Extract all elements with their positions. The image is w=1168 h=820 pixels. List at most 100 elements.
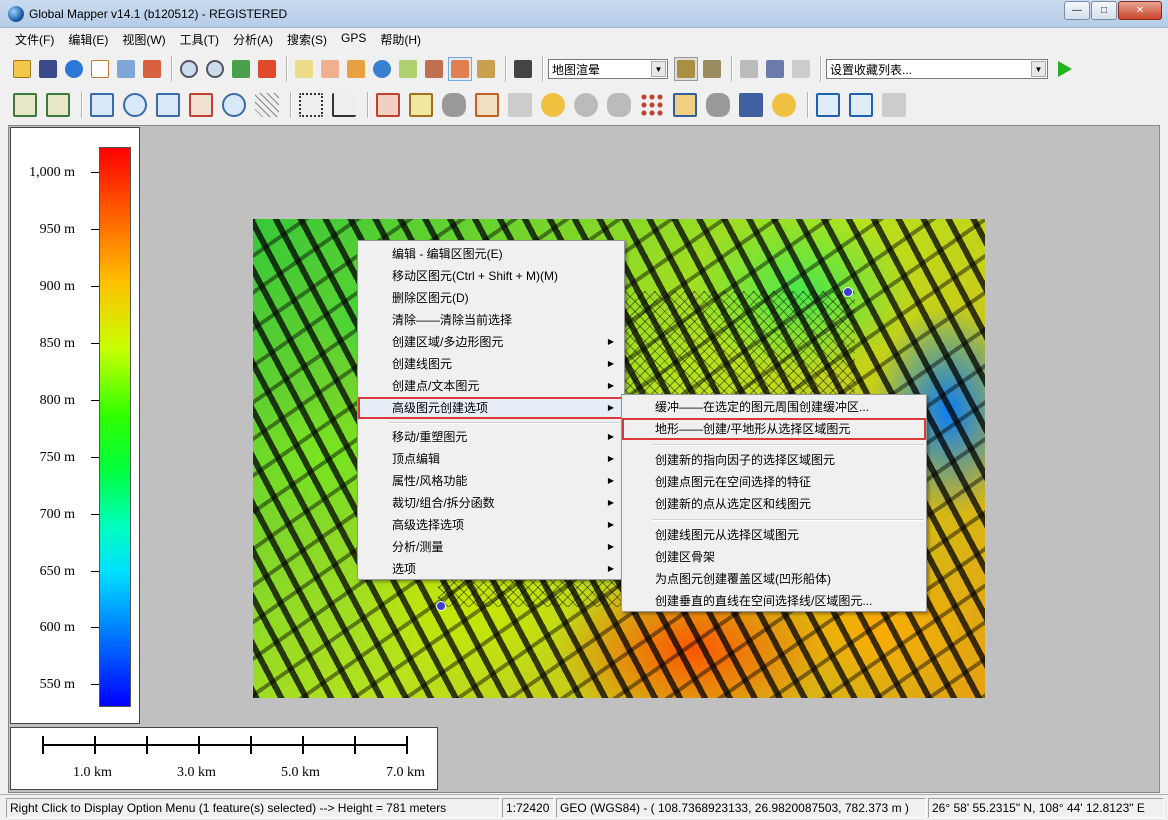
edit-tool-15[interactable] (846, 90, 876, 120)
edit-tool-7[interactable] (571, 90, 601, 120)
pan-tool-button[interactable] (318, 57, 342, 81)
create-area-button[interactable] (10, 90, 40, 120)
feature-info-button[interactable] (370, 57, 394, 81)
control-center-button[interactable] (474, 57, 498, 81)
chevron-down-icon[interactable]: ▼ (1031, 61, 1046, 77)
create-ring-button[interactable] (219, 90, 249, 120)
menu-edit[interactable]: 编辑(E) (61, 29, 115, 49)
menu-help[interactable]: 帮助(H) (373, 29, 428, 49)
save-button[interactable] (36, 57, 60, 81)
info-icon (373, 60, 391, 78)
menu-item-attributes-style[interactable]: 属性/风格功能 ▶ (358, 470, 624, 492)
menu-file[interactable]: 文件(F) (8, 29, 61, 49)
submenu-item-concave-hull[interactable]: 为点图元创建覆盖区域(凹形船体) (622, 568, 926, 590)
menu-item-create-point[interactable]: 创建点/文本图元 ▶ (358, 375, 624, 397)
zoom-in-button[interactable] (177, 57, 201, 81)
shader-settings-button[interactable] (674, 57, 698, 81)
submenu-item-point-from-area-line[interactable]: 创建新的点从选定区和线图元 (622, 493, 926, 515)
vertex-handle[interactable] (436, 601, 446, 611)
submenu-item-point-spatial[interactable]: 创建点图元在空间选择的特征 (622, 471, 926, 493)
vertex-handle[interactable] (843, 287, 853, 297)
create-coords-button[interactable] (186, 90, 216, 120)
submenu-item-line-from-area[interactable]: 创建线图元从选择区域图元 (622, 524, 926, 546)
undo-button[interactable] (879, 90, 909, 120)
edit-tool-1[interactable] (373, 90, 403, 120)
menu-item-options[interactable]: 选项 ▶ (358, 558, 624, 580)
menu-item-edit-area[interactable]: 编辑 - 编辑区图元(E) (358, 243, 624, 265)
window-controls: — □ ✕ (1063, 1, 1162, 20)
menu-item-crop-combine-split[interactable]: 裁切/组合/拆分函数 ▶ (358, 492, 624, 514)
legend-tick: 750 m (11, 450, 141, 466)
edit-tool-10[interactable] (670, 90, 700, 120)
edit-tool-13[interactable] (769, 90, 799, 120)
view-shed-button[interactable] (422, 57, 446, 81)
create-line-button[interactable] (43, 90, 73, 120)
menu-tools[interactable]: 工具(T) (173, 29, 226, 49)
split-line-button[interactable] (329, 90, 359, 120)
submenu-item-buffer[interactable]: 缓冲——在选定的图元周围创建缓冲区... (622, 396, 926, 418)
online-data-button[interactable] (62, 57, 86, 81)
gps-device-button[interactable] (763, 57, 787, 81)
menu-analysis[interactable]: 分析(A) (226, 29, 280, 49)
menu-item-clear-selection[interactable]: 清除——清除当前选择 (358, 309, 624, 331)
shader-select[interactable]: 地图渲晕 ▼ (548, 59, 668, 79)
favorites-select[interactable]: 设置收藏列表... ▼ (826, 59, 1048, 79)
path-profile-button[interactable] (396, 57, 420, 81)
create-point-button[interactable] (87, 90, 117, 120)
menu-item-advanced-selection[interactable]: 高级选择选项 ▶ (358, 514, 624, 536)
print-button[interactable] (88, 57, 112, 81)
menu-gps[interactable]: GPS (334, 29, 373, 49)
edit-tool-9[interactable] (637, 90, 667, 120)
menu-item-create-line[interactable]: 创建线图元 ▶ (358, 353, 624, 375)
menu-item-advanced-creation[interactable]: 高级图元创建选项 ▶ (358, 397, 624, 419)
edit-tool-12[interactable] (736, 90, 766, 120)
menu-item-move-reshape[interactable]: 移动/重塑图元 ▶ (358, 426, 624, 448)
full-view-button[interactable] (229, 57, 253, 81)
config-button[interactable] (140, 57, 164, 81)
gps-satellite-button[interactable] (789, 57, 813, 81)
edit-tool-11[interactable] (703, 90, 733, 120)
shape-icon (607, 93, 631, 117)
minimize-button[interactable]: — (1064, 1, 1090, 20)
edit-tool-4[interactable] (472, 90, 502, 120)
maximize-button[interactable]: □ (1091, 1, 1117, 20)
gps-track-button[interactable] (737, 57, 761, 81)
3d-view-button[interactable] (700, 57, 724, 81)
run-favorite-button[interactable] (1054, 58, 1076, 80)
scale-bar: 1.0 km 3.0 km 5.0 km 7.0 km (10, 727, 438, 790)
chevron-down-icon[interactable]: ▼ (651, 61, 666, 77)
create-rectangle-button[interactable] (153, 90, 183, 120)
edit-tool-5[interactable] (505, 90, 535, 120)
edit-tool-3[interactable] (439, 90, 469, 120)
edit-tool-8[interactable] (604, 90, 634, 120)
digitizer-button[interactable] (448, 57, 472, 81)
search-button[interactable] (511, 57, 535, 81)
edit-tool-6[interactable] (538, 90, 568, 120)
submenu-item-factor-area[interactable]: 创建新的指向因子的选择区域图元 (622, 449, 926, 471)
close-button[interactable]: ✕ (1118, 1, 1162, 20)
create-grid-button[interactable] (252, 90, 282, 120)
submenu-item-perpendicular-lines[interactable]: 创建垂直的直线在空间选择线/区域图元... (622, 590, 926, 612)
menu-item-analysis-measure[interactable]: 分析/测量 ▶ (358, 536, 624, 558)
scale-label: 1.0 km (73, 765, 112, 780)
edit-tool-14[interactable] (813, 90, 843, 120)
home-button[interactable] (255, 57, 279, 81)
create-circle-button[interactable] (120, 90, 150, 120)
zoom-out-button[interactable] (203, 57, 227, 81)
submenu-item-terrain-flatten[interactable]: 地形——创建/平地形从选择区域图元 (622, 418, 926, 440)
menu-item-create-area[interactable]: 创建区域/多边形图元 ▶ (358, 331, 624, 353)
zoom-in-icon (180, 60, 198, 78)
profile-icon (399, 60, 417, 78)
edit-tool-2[interactable] (406, 90, 436, 120)
measure-button[interactable] (344, 57, 368, 81)
menu-search[interactable]: 搜索(S) (280, 29, 334, 49)
menu-item-move-area[interactable]: 移动区图元(Ctrl + Shift + M)(M) (358, 265, 624, 287)
zoom-tool-button[interactable] (292, 57, 316, 81)
insert-vertex-button[interactable] (296, 90, 326, 120)
menu-view[interactable]: 视图(W) (115, 29, 172, 49)
open-folder-button[interactable] (10, 57, 34, 81)
submenu-item-area-skeleton[interactable]: 创建区骨架 (622, 546, 926, 568)
menu-item-vertex-edit[interactable]: 顶点编辑 ▶ (358, 448, 624, 470)
export-button[interactable] (114, 57, 138, 81)
menu-item-delete-area[interactable]: 删除区图元(D) (358, 287, 624, 309)
